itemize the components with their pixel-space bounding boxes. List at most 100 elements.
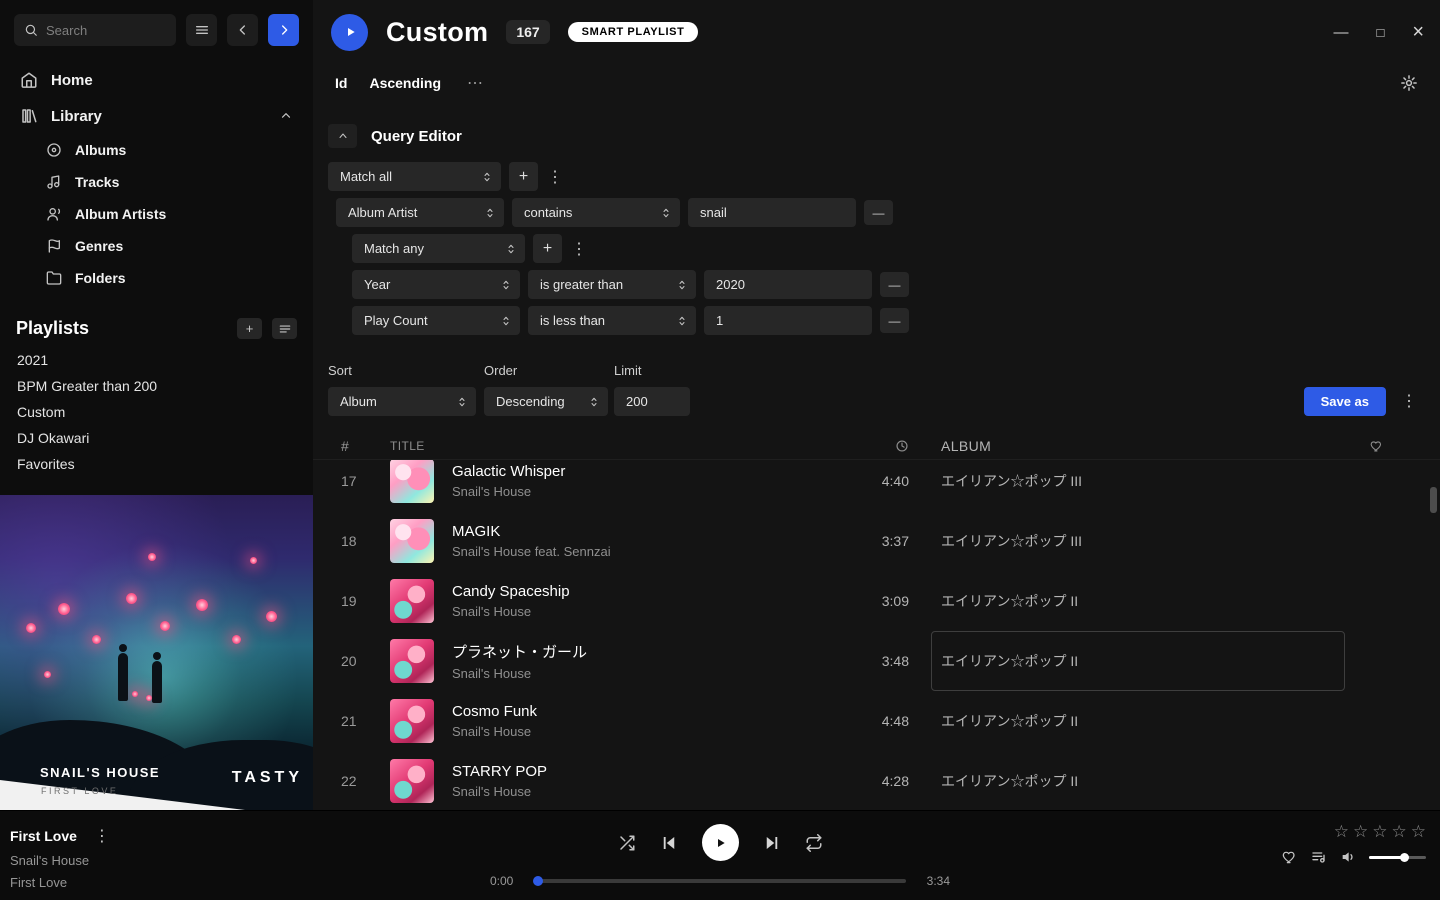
column-header-favorite[interactable]: [1364, 439, 1440, 453]
kebab-icon[interactable]: ⋮: [546, 167, 564, 187]
table-row[interactable]: 20 プラネット・ガール Snail's House 3:48 エイリアン☆ポッ…: [313, 631, 1440, 691]
sort-label: Sort: [328, 363, 476, 378]
rule-operator-select[interactable]: is less than: [528, 306, 696, 335]
track-title: Galactic Whisper: [452, 463, 849, 480]
track-number: 21: [341, 713, 390, 729]
star-icon[interactable]: ☆: [1411, 823, 1426, 840]
album-art-thumbnail: [390, 759, 434, 803]
match-select[interactable]: Match all: [328, 162, 501, 191]
queue-icon[interactable]: [1311, 849, 1327, 865]
play-pause-button[interactable]: [702, 824, 739, 861]
playlist-item[interactable]: 2021: [14, 347, 299, 373]
menu-button[interactable]: [186, 14, 217, 46]
table-row[interactable]: 21 Cosmo Funk Snail's House 4:48 エイリアン☆ポ…: [313, 691, 1440, 751]
close-icon[interactable]: ×: [1412, 22, 1424, 42]
seek-thumb[interactable]: [533, 876, 543, 886]
track-title: プラネット・ガール: [452, 641, 849, 662]
column-header-index[interactable]: #: [341, 438, 390, 454]
forward-button[interactable]: [268, 14, 299, 46]
match-select[interactable]: Match any: [352, 234, 525, 263]
column-header-duration[interactable]: [849, 439, 909, 453]
limit-input[interactable]: [614, 387, 690, 416]
playlist-options-button[interactable]: [272, 318, 297, 339]
column-header-title[interactable]: TITLE: [390, 439, 849, 453]
sort-select[interactable]: Album: [328, 387, 476, 416]
focused-album-cell[interactable]: エイリアン☆ポップ II: [941, 631, 1364, 691]
gear-icon[interactable]: [1400, 74, 1418, 92]
order-select[interactable]: Descending: [484, 387, 608, 416]
table-row[interactable]: 18 MAGIK Snail's House feat. Sennzai 3:3…: [313, 511, 1440, 571]
add-rule-button[interactable]: +: [509, 162, 538, 191]
playlist-item[interactable]: Favorites: [14, 451, 299, 477]
play-playlist-button[interactable]: [331, 14, 368, 51]
scrollbar-thumb[interactable]: [1430, 487, 1437, 513]
maximize-icon[interactable]: □: [1376, 26, 1384, 39]
more-horizontal-icon[interactable]: ⋯: [467, 73, 484, 93]
table-row[interactable]: 17 Galactic Whisper Snail's House 4:40 エ…: [313, 460, 1440, 511]
star-icon[interactable]: ☆: [1334, 823, 1349, 840]
transport-controls: [490, 824, 950, 861]
collapse-query-editor-button[interactable]: [328, 124, 357, 148]
seek-bar[interactable]: [534, 879, 906, 883]
kebab-icon[interactable]: ⋮: [1400, 391, 1418, 411]
star-icon[interactable]: ☆: [1353, 823, 1368, 840]
now-playing-title: First Love: [10, 828, 77, 844]
playlist-item[interactable]: DJ Okawari: [14, 425, 299, 451]
remove-rule-button[interactable]: —: [864, 200, 893, 225]
rule-value-input[interactable]: [704, 270, 872, 299]
sidebar-item-albums[interactable]: Albums: [40, 134, 299, 166]
sidebar-item-folders[interactable]: Folders: [40, 262, 299, 294]
skip-previous-icon[interactable]: [660, 834, 678, 852]
sidebar-item-home[interactable]: Home: [14, 62, 299, 98]
table-row[interactable]: 22 STARRY POP Snail's House 4:28 エイリアン☆ポ…: [313, 751, 1440, 811]
select-value: contains: [524, 205, 572, 220]
add-playlist-button[interactable]: +: [237, 318, 262, 339]
column-header-album[interactable]: ALBUM: [941, 438, 1364, 454]
save-as-button[interactable]: Save as: [1304, 387, 1386, 416]
playlist-item[interactable]: Custom: [14, 399, 299, 425]
album-art-thumbnail: [390, 460, 434, 503]
seek-row: 0:00 3:34: [490, 874, 950, 888]
kebab-icon[interactable]: ⋮: [570, 239, 588, 259]
sidebar-item-genres[interactable]: Genres: [40, 230, 299, 262]
volume-slider[interactable]: [1369, 856, 1426, 859]
volume-icon[interactable]: [1340, 849, 1356, 865]
skip-next-icon[interactable]: [763, 834, 781, 852]
remove-rule-button[interactable]: —: [880, 308, 909, 333]
window-controls: — □ ×: [1333, 22, 1424, 42]
rule-value-input[interactable]: [688, 198, 856, 227]
shuffle-icon[interactable]: [618, 834, 636, 852]
limit-group: Limit: [614, 363, 690, 416]
lantern-dot: [160, 621, 170, 631]
remove-rule-button[interactable]: —: [880, 272, 909, 297]
sidebar-item-library[interactable]: Library: [14, 98, 299, 134]
rule-field-select[interactable]: Album Artist: [336, 198, 504, 227]
sidebar-item-album-artists[interactable]: Album Artists: [40, 198, 299, 230]
select-value: Album: [340, 394, 377, 409]
search-input[interactable]: [46, 23, 166, 38]
kebab-icon[interactable]: ⋮: [93, 826, 111, 846]
volume-thumb[interactable]: [1400, 853, 1409, 862]
table-row[interactable]: 19 Candy Spaceship Snail's House 3:09 エイ…: [313, 571, 1440, 631]
disc-icon: [46, 142, 62, 158]
rule-field-select[interactable]: Play Count: [352, 306, 520, 335]
sidebar-item-tracks[interactable]: Tracks: [40, 166, 299, 198]
folder-icon: [46, 270, 62, 286]
repeat-icon[interactable]: [805, 834, 823, 852]
sort-field-button[interactable]: Id: [335, 75, 347, 91]
playlist-item[interactable]: BPM Greater than 200: [14, 373, 299, 399]
rule-value-input[interactable]: [704, 306, 872, 335]
back-button[interactable]: [227, 14, 258, 46]
rule-operator-select[interactable]: contains: [512, 198, 680, 227]
chevron-up-icon[interactable]: [279, 109, 293, 123]
sort-direction-button[interactable]: Ascending: [369, 75, 441, 91]
star-icon[interactable]: ☆: [1372, 823, 1387, 840]
heart-icon[interactable]: [1282, 849, 1298, 865]
minimize-icon[interactable]: —: [1333, 25, 1348, 40]
rule-operator-select[interactable]: is greater than: [528, 270, 696, 299]
star-icon[interactable]: ☆: [1392, 823, 1407, 840]
search-box[interactable]: [14, 14, 176, 46]
add-rule-button[interactable]: +: [533, 234, 562, 263]
track-duration: 4:28: [849, 773, 909, 789]
rule-field-select[interactable]: Year: [352, 270, 520, 299]
